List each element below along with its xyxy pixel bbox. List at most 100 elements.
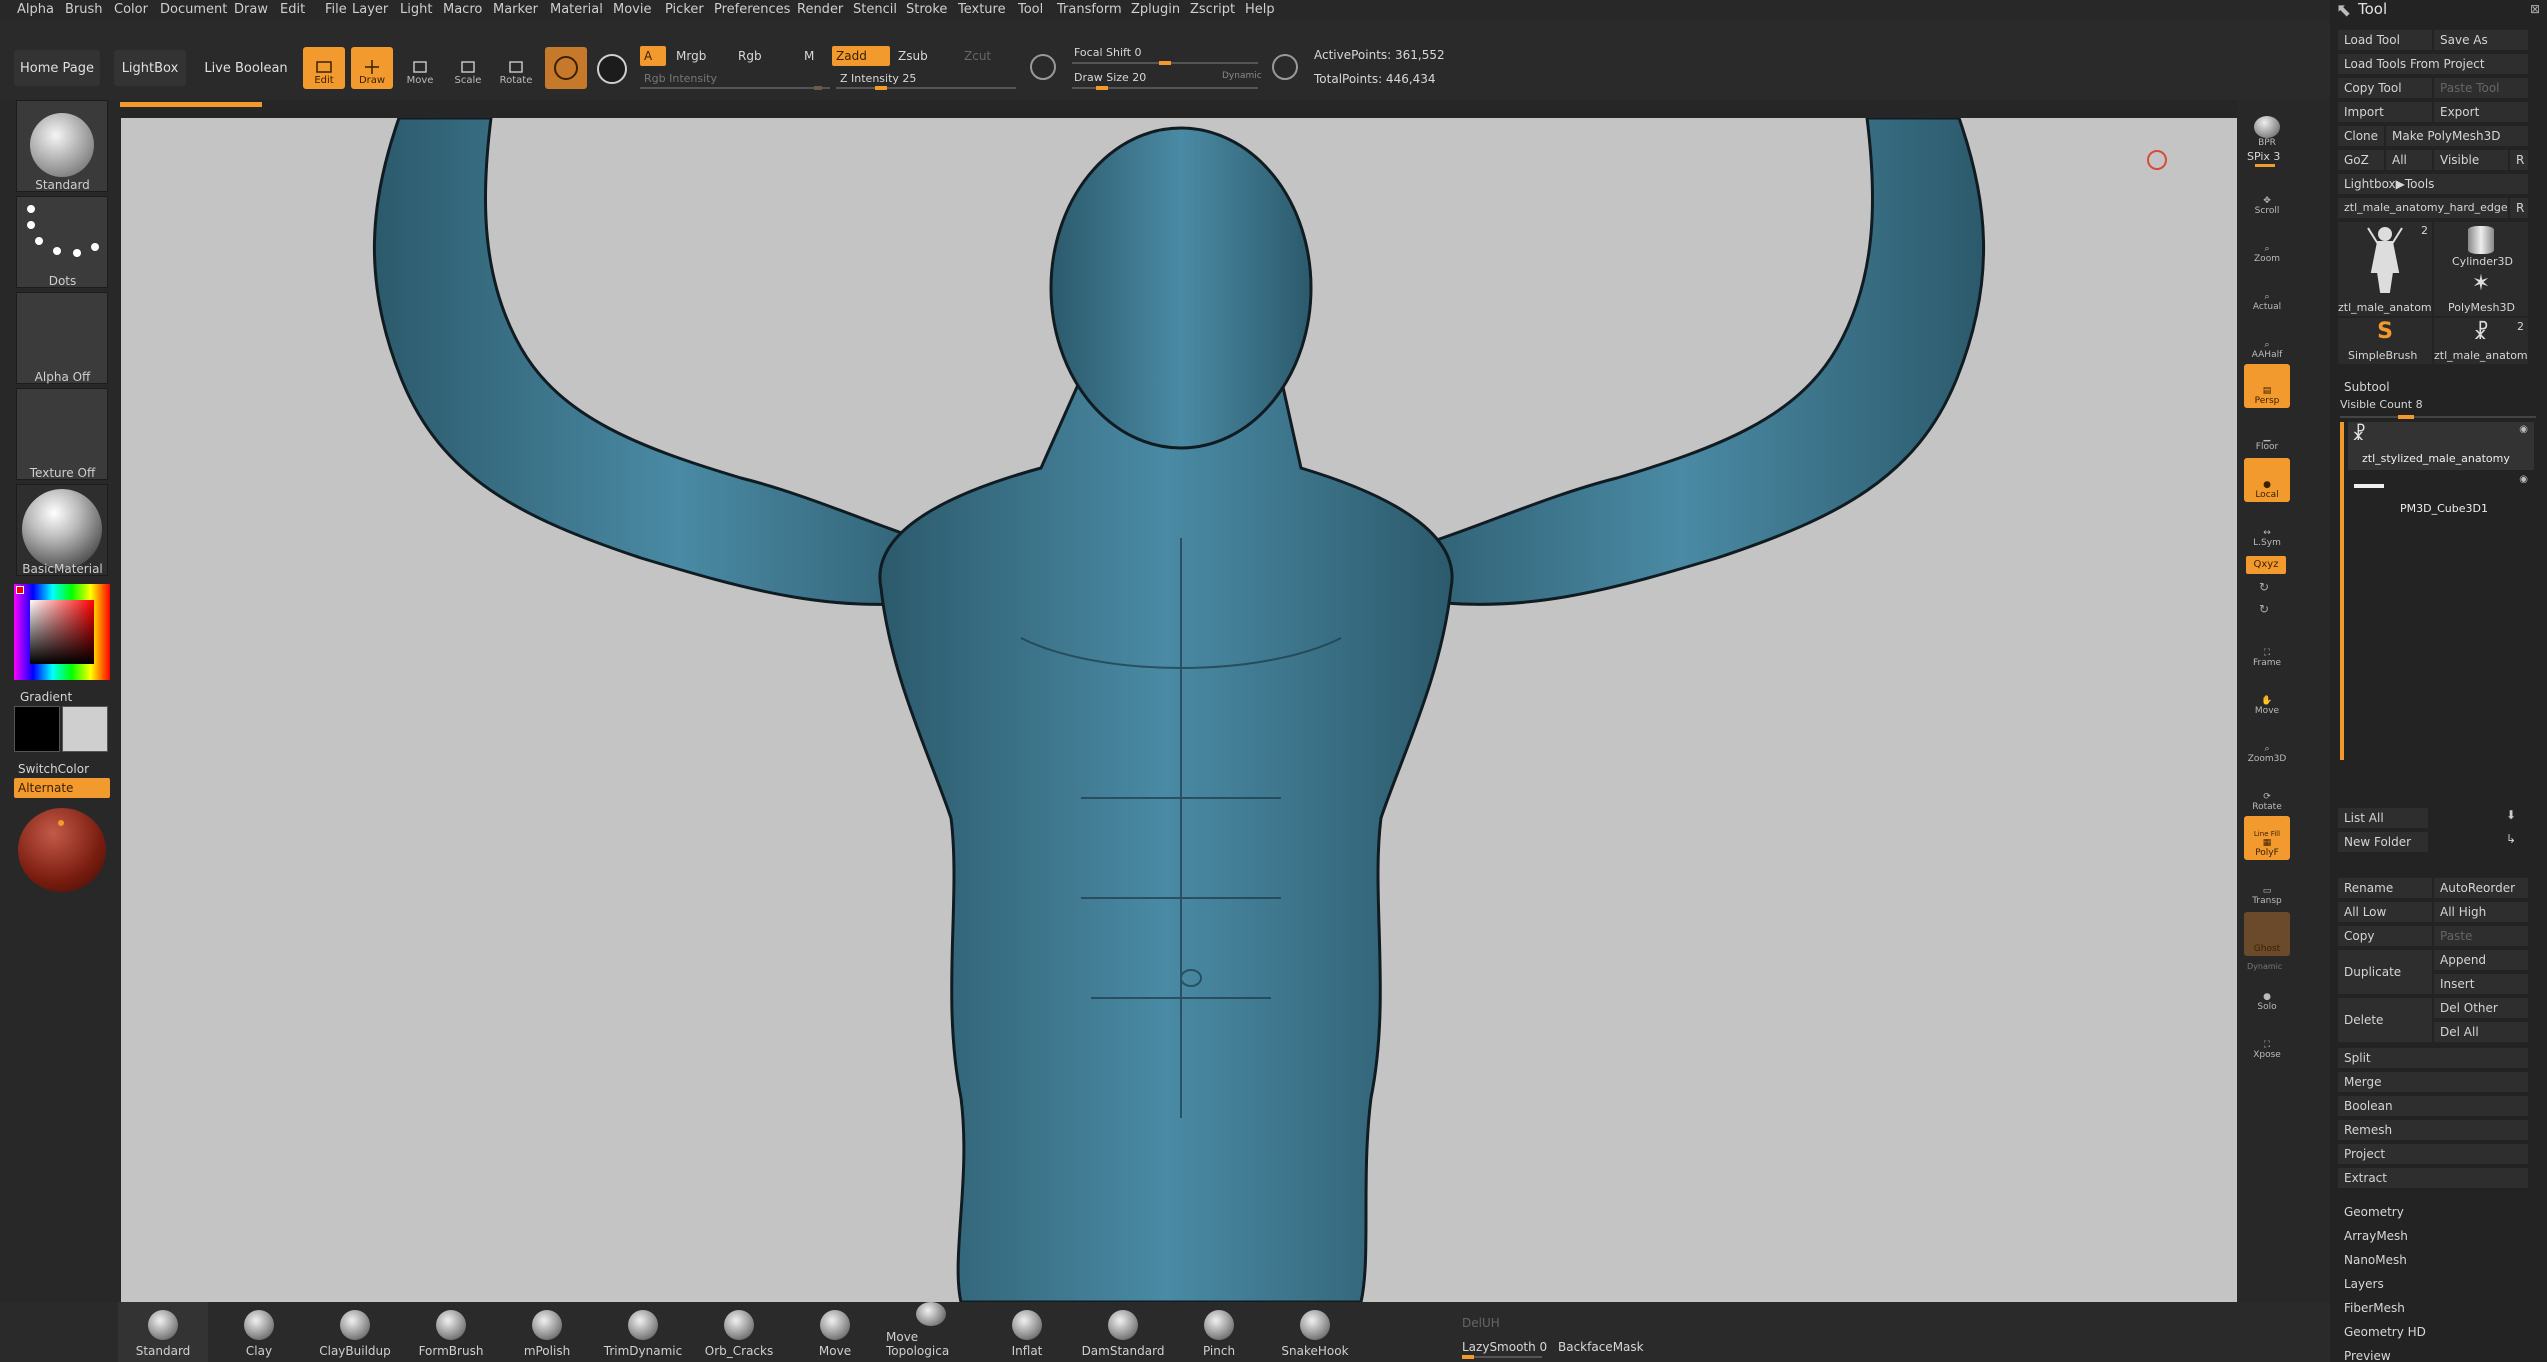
subtool-item[interactable]: ☧ ◉ ztl_stylized_male_anatomy bbox=[2348, 422, 2534, 470]
append-button[interactable]: Append bbox=[2434, 950, 2528, 970]
menu-transform[interactable]: Transform bbox=[1057, 2, 1122, 17]
menu-marker[interactable]: Marker bbox=[493, 2, 538, 17]
menu-stencil[interactable]: Stencil bbox=[853, 2, 897, 17]
menu-draw[interactable]: Draw bbox=[234, 2, 268, 17]
fibermesh-section[interactable]: FiberMesh bbox=[2344, 1301, 2405, 1315]
move-button[interactable]: Move bbox=[399, 47, 441, 89]
menu-texture[interactable]: Texture bbox=[958, 2, 1006, 17]
subtool-item[interactable]: ◉ PM3D_Cube3D1 bbox=[2348, 472, 2534, 520]
all-high-button[interactable]: All High bbox=[2434, 902, 2528, 922]
xyz-toggle[interactable]: Qxyz bbox=[2246, 556, 2286, 574]
merge-button[interactable]: Merge bbox=[2338, 1072, 2528, 1092]
switch-color-button[interactable]: SwitchColor bbox=[18, 762, 89, 776]
menu-tool[interactable]: Tool bbox=[1018, 2, 1043, 17]
rgb-intensity-slider[interactable] bbox=[640, 86, 830, 90]
color-square[interactable] bbox=[30, 600, 94, 664]
tool-thumb-cylinder[interactable]: Cylinder3D bbox=[2434, 222, 2528, 270]
lightbox-button[interactable]: LightBox bbox=[114, 50, 186, 86]
current-tool-r-button[interactable]: R bbox=[2510, 198, 2528, 218]
geometry-section[interactable]: Geometry bbox=[2344, 1205, 2404, 1219]
scale-button[interactable]: Scale bbox=[447, 47, 489, 89]
brush-damstandard[interactable]: DamStandard bbox=[1078, 1302, 1168, 1362]
menu-macro[interactable]: Macro bbox=[443, 2, 482, 17]
load-tool-button[interactable]: Load Tool bbox=[2338, 30, 2432, 50]
brush-formbrush[interactable]: FormBrush bbox=[406, 1302, 496, 1362]
zcut-toggle[interactable]: Zcut bbox=[964, 49, 991, 63]
arraymesh-section[interactable]: ArrayMesh bbox=[2344, 1229, 2408, 1243]
lsym-button[interactable]: ↔ L.Sym bbox=[2244, 506, 2290, 550]
list-all-button[interactable]: List All bbox=[2338, 808, 2428, 828]
arrow-down-right-icon[interactable]: ↳ bbox=[2506, 832, 2516, 846]
geometry-hd-section[interactable]: Geometry HD bbox=[2344, 1325, 2426, 1339]
brush-snakehook[interactable]: SnakeHook bbox=[1270, 1302, 1360, 1362]
persp-button[interactable]: ▤ Persp bbox=[2244, 364, 2290, 408]
rotate-z-icon[interactable]: ↻ bbox=[2259, 602, 2269, 616]
goz-r-button[interactable]: R bbox=[2510, 150, 2528, 170]
bpr-button[interactable]: BPR bbox=[2244, 106, 2290, 150]
subtool-header[interactable]: Subtool bbox=[2344, 380, 2390, 394]
boolean-button[interactable]: Boolean bbox=[2338, 1096, 2528, 1116]
autoreorder-button[interactable]: AutoReorder bbox=[2434, 878, 2528, 898]
copy-tool-button[interactable]: Copy Tool bbox=[2338, 78, 2432, 98]
move-view-button[interactable]: ✋ Move bbox=[2244, 674, 2290, 718]
brush-trimdynamic[interactable]: TrimDynamic bbox=[598, 1302, 688, 1362]
viewport-canvas[interactable] bbox=[121, 118, 2237, 1302]
transp-button[interactable]: ▭ Transp bbox=[2244, 864, 2290, 908]
menu-zscript[interactable]: Zscript bbox=[1190, 2, 1235, 17]
goz-button[interactable]: GoZ bbox=[2338, 150, 2384, 170]
deluh-button[interactable]: DelUH bbox=[1462, 1316, 1500, 1330]
menu-material[interactable]: Material bbox=[550, 2, 603, 17]
brush-inflat[interactable]: Inflat bbox=[982, 1302, 1072, 1362]
subtool-scrollbar[interactable] bbox=[2340, 422, 2344, 760]
live-boolean-button[interactable]: Live Boolean bbox=[200, 50, 292, 86]
arrow-down-icon[interactable]: ⬇ bbox=[2506, 808, 2516, 822]
menu-document[interactable]: Document bbox=[160, 2, 227, 17]
menu-light[interactable]: Light bbox=[400, 2, 432, 17]
a-toggle[interactable]: A bbox=[640, 46, 666, 66]
material-preview-orb[interactable] bbox=[18, 808, 106, 892]
copy-subtool-button[interactable]: Copy bbox=[2338, 926, 2432, 946]
spotlight-icon[interactable] bbox=[597, 54, 627, 84]
tool-thumb-polymesh[interactable]: ✶ PolyMesh3D bbox=[2434, 270, 2528, 316]
solo-button[interactable]: ● Solo bbox=[2244, 970, 2290, 1014]
tool-thumb-male-anatomy[interactable]: 2 ztl_male_anatom bbox=[2338, 222, 2432, 316]
menu-file[interactable]: File bbox=[325, 2, 347, 17]
menu-picker[interactable]: Picker bbox=[665, 2, 704, 17]
polyf-button[interactable]: Line Fill ▦ PolyF bbox=[2244, 816, 2290, 860]
del-all-button[interactable]: Del All bbox=[2434, 1022, 2528, 1042]
z-intensity-slider[interactable] bbox=[836, 86, 1016, 90]
menu-layer[interactable]: Layer bbox=[352, 2, 388, 17]
extract-button[interactable]: Extract bbox=[2338, 1168, 2528, 1188]
tool-thumb-simplebrush[interactable]: S SimpleBrush bbox=[2338, 318, 2432, 364]
menu-edit[interactable]: Edit bbox=[280, 2, 305, 17]
delete-button[interactable]: Delete bbox=[2338, 998, 2432, 1042]
local-button[interactable]: ● Local bbox=[2244, 458, 2290, 502]
layers-section[interactable]: Layers bbox=[2344, 1277, 2384, 1291]
menu-render[interactable]: Render bbox=[797, 2, 843, 17]
home-page-button[interactable]: Home Page bbox=[14, 50, 100, 86]
rename-button[interactable]: Rename bbox=[2338, 878, 2432, 898]
brush-clay[interactable]: Clay bbox=[214, 1302, 304, 1362]
brush-orb-cracks[interactable]: Orb_Cracks bbox=[694, 1302, 784, 1362]
brush-standard[interactable]: Standard bbox=[118, 1302, 208, 1362]
eye-icon[interactable]: ◉ bbox=[2519, 424, 2528, 435]
split-button[interactable]: Split bbox=[2338, 1048, 2528, 1068]
goz-all-button[interactable]: All bbox=[2386, 150, 2432, 170]
brush-claybuildup[interactable]: ClayBuildup bbox=[310, 1302, 400, 1362]
save-as-button[interactable]: Save As bbox=[2434, 30, 2528, 50]
remesh-button[interactable]: Remesh bbox=[2338, 1120, 2528, 1140]
frame-button[interactable]: ⛶ Frame bbox=[2244, 626, 2290, 670]
duplicate-button[interactable]: Duplicate bbox=[2338, 950, 2432, 994]
m-toggle[interactable]: M bbox=[804, 49, 814, 63]
spix-slider[interactable] bbox=[2255, 164, 2275, 167]
menu-movie[interactable]: Movie bbox=[613, 2, 651, 17]
zadd-toggle[interactable]: Zadd bbox=[832, 46, 890, 66]
brush-orb-button[interactable] bbox=[545, 47, 587, 89]
menu-stroke[interactable]: Stroke bbox=[906, 2, 947, 17]
menu-preferences[interactable]: Preferences bbox=[714, 2, 790, 17]
panel-close-icon[interactable]: ⊠ bbox=[2530, 2, 2540, 16]
backface-mask-button[interactable]: BackfaceMask bbox=[1558, 1340, 1644, 1354]
rotate-view-button[interactable]: ⟳ Rotate bbox=[2244, 770, 2290, 814]
floor-button[interactable]: ▁ Floor bbox=[2244, 410, 2290, 454]
paste-tool-button[interactable]: Paste Tool bbox=[2434, 78, 2528, 98]
